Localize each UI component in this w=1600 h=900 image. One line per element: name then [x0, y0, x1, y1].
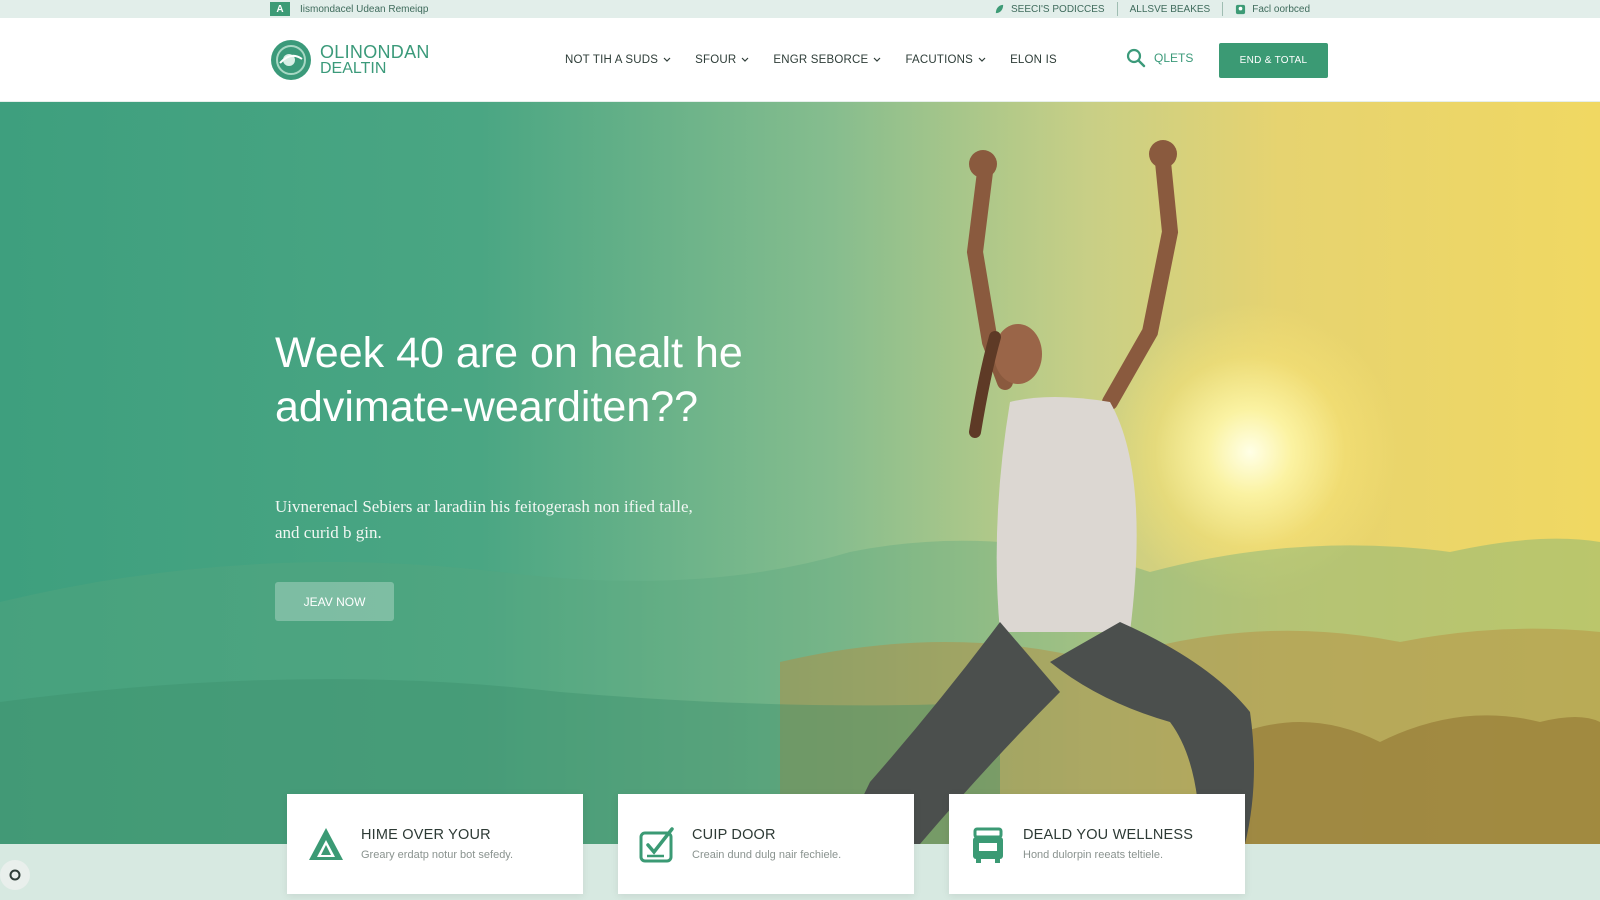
nav-item-3[interactable]: ENGR SEBORCE: [773, 54, 881, 66]
user-icon: [1236, 4, 1246, 14]
logo-emblem-icon: [271, 40, 311, 80]
search-icon: [1126, 48, 1146, 68]
hero-cta-button[interactable]: JEAV NOW: [275, 582, 394, 621]
yoga-woman-illustration: [840, 140, 1254, 844]
triangle-logo-icon: [309, 828, 343, 860]
feature-card-3[interactable]: DEALD YOU WELLNESS Hond dulorpin reeats …: [949, 794, 1245, 894]
site-header: OLINONDAN DEALTIN NOT TIH A SUDS SFOUR E…: [0, 18, 1600, 102]
topbar-logo-mark: A: [270, 2, 290, 16]
nav-item-4-label: FACUTIONS: [905, 54, 974, 66]
nav-item-5-label: ELON IS: [1010, 54, 1057, 66]
chevron-down-icon: [874, 57, 881, 62]
topbar-link-3-label: Facl oorbced: [1252, 3, 1311, 15]
nav-item-1-label: NOT TIH A SUDS: [565, 54, 659, 66]
topbar-link-3[interactable]: Facl oorbced: [1223, 0, 1322, 18]
topbar-links: SEECI'S PODICCES ALLSVE BEAKES Facl oorb…: [982, 0, 1322, 18]
feature-card-2[interactable]: CUIP DOOR Creain dund dulg nair fechiele…: [618, 794, 914, 894]
search-label: QLETS: [1154, 51, 1194, 65]
chat-icon: [9, 869, 21, 881]
chat-widget-button[interactable]: [0, 860, 30, 890]
feature-card-1-text: HIME OVER YOUR Greary erdatp notur bot s…: [361, 827, 513, 861]
chevron-down-icon: [978, 57, 986, 62]
topbar-link-2-label: ALLSVE BEAKES: [1129, 3, 1211, 15]
topbar-link-2[interactable]: ALLSVE BEAKES: [1118, 0, 1223, 18]
nav-item-4[interactable]: FACUTIONS: [905, 54, 986, 66]
topbar-left: A Iismondacel Udean Remeiqp: [270, 0, 428, 18]
logo-wordmark: OLINONDAN DEALTIN: [320, 43, 430, 77]
nav-item-1[interactable]: NOT TIH A SUDS: [565, 54, 671, 66]
logo-line-2: DEALTIN: [320, 60, 387, 77]
search-button[interactable]: QLETS: [1126, 48, 1193, 68]
topbar-tagline: Iismondacel Udean Remeiqp: [300, 3, 429, 15]
clipboard-check-icon: [639, 827, 674, 863]
leaf-icon: [995, 4, 1004, 13]
topbar-link-1[interactable]: SEECI'S PODICCES: [982, 0, 1117, 18]
chevron-down-icon: [663, 57, 671, 62]
hero-subtitle: Uivnerenacl Sebiers ar laradiin his feit…: [275, 497, 693, 542]
main-nav: NOT TIH A SUDS SFOUR ENGR SEBORCE FACUTI…: [565, 18, 1057, 102]
feature-card-3-desc: Hond dulorpin reeats teltiele.: [1023, 849, 1164, 861]
feature-card-3-title: DEALD YOU WELLNESS: [1023, 827, 1194, 843]
chevron-down-icon: [741, 57, 749, 62]
feature-card-2-title: CUIP DOOR: [692, 827, 776, 843]
nav-item-2-label: SFOUR: [695, 54, 737, 66]
feature-card-1[interactable]: HIME OVER YOUR Greary erdatp notur bot s…: [287, 794, 583, 894]
nav-item-5[interactable]: ELON IS: [1010, 54, 1057, 66]
feature-card-2-text: CUIP DOOR Creain dund dulg nair fechiele…: [692, 827, 841, 861]
feature-cards: HIME OVER YOUR Greary erdatp notur bot s…: [287, 794, 1245, 894]
feature-card-3-text: DEALD YOU WELLNESS Hond dulorpin reeats …: [1023, 827, 1193, 861]
feature-card-1-desc: Greary erdatp notur bot sefedy.: [361, 849, 514, 861]
hero-title: Week 40 are on healt he advimate-weardit…: [275, 329, 743, 431]
top-utility-bar: A Iismondacel Udean Remeiqp SEECI'S PODI…: [0, 0, 1600, 18]
hero-banner: Week 40 are on healt he advimate-weardit…: [0, 102, 1600, 844]
bag-icon: [973, 827, 1003, 863]
header-cta-button[interactable]: END & TOTAL: [1219, 43, 1328, 78]
nav-item-3-label: ENGR SEBORCE: [773, 54, 869, 66]
feature-card-1-title: HIME OVER YOUR: [361, 827, 491, 843]
logo-line-1: OLINONDAN: [320, 42, 430, 62]
nav-item-2[interactable]: SFOUR: [695, 54, 749, 66]
brand-logo[interactable]: OLINONDAN DEALTIN: [270, 39, 430, 81]
topbar-link-1-label: SEECI'S PODICCES: [1011, 3, 1105, 15]
feature-card-2-desc: Creain dund dulg nair fechiele.: [692, 849, 842, 861]
